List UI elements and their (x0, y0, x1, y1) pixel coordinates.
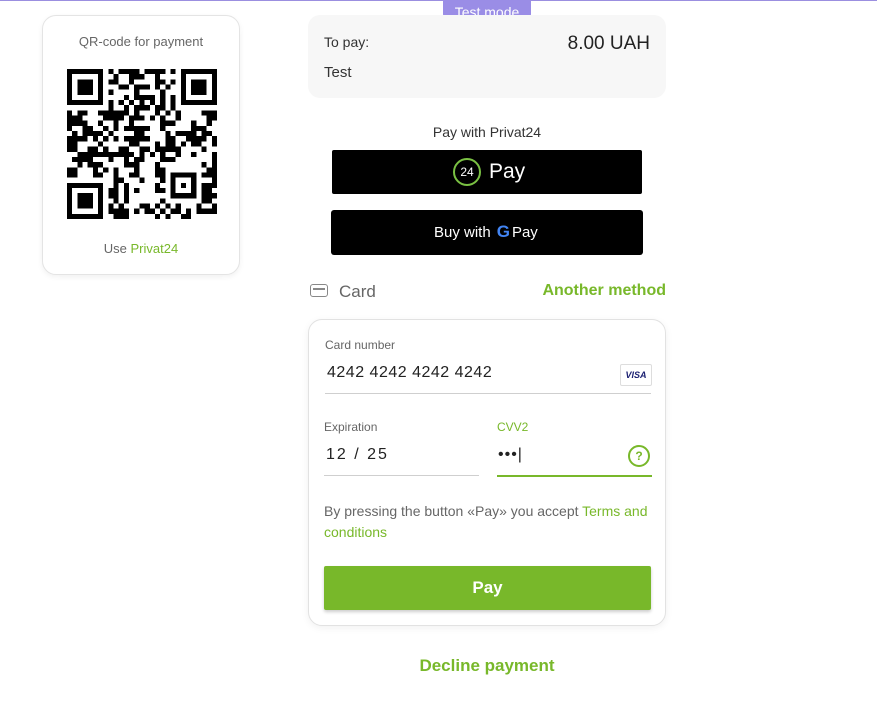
card-section-label: Card (339, 282, 376, 301)
help-icon[interactable]: ? (628, 445, 650, 467)
privat24-pay-label: Pay (489, 160, 526, 183)
privat24-logo-icon: 24 (453, 158, 481, 186)
decline-payment-link[interactable]: Decline payment (308, 656, 666, 676)
qr-code (67, 69, 217, 219)
expiration-label: Expiration (324, 420, 378, 434)
qr-use-prefix: Use (103, 241, 127, 256)
cvv-underline (497, 475, 652, 477)
google-pay-button[interactable]: Buy with G Pay (331, 210, 643, 255)
top-border (0, 0, 877, 1)
terms-prefix: By pressing the button «Pay» you accept (324, 503, 583, 519)
payment-description: Test (324, 64, 352, 81)
pay-button[interactable]: Pay (324, 566, 651, 610)
payment-summary: To pay: 8.00 UAH Test (308, 15, 666, 98)
privat24-pay-button[interactable]: 24 Pay (332, 150, 642, 194)
cvv-input[interactable]: •••| (498, 446, 523, 464)
qr-title: QR-code for payment (78, 34, 204, 49)
google-g-icon: G (496, 222, 510, 241)
gpay-prefix: Buy with (434, 223, 491, 241)
another-method-link[interactable]: Another method (542, 282, 666, 300)
card-number-underline (325, 393, 651, 394)
privat24-title: Pay with Privat24 (432, 124, 542, 140)
card-section-header: Card Another method (308, 280, 666, 304)
terms-text: By pressing the button «Pay» you accept … (324, 501, 649, 543)
credit-card-icon (310, 284, 328, 297)
card-number-label: Card number (325, 338, 396, 352)
cvv-label: CVV2 (497, 420, 529, 434)
privat24-link[interactable]: Privat24 (131, 241, 179, 256)
expiration-underline (324, 475, 479, 476)
card-form: Card number 4242 4242 4242 4242 VISA Exp… (308, 319, 666, 626)
expiration-input[interactable]: 12 / 25 (326, 446, 389, 464)
card-number-input[interactable]: 4242 4242 4242 4242 (327, 364, 492, 382)
amount: 8.00 UAH (567, 33, 650, 54)
visa-icon: VISA (620, 364, 652, 386)
qr-use-text: Use Privat24 (43, 241, 239, 256)
to-pay-label: To pay: (324, 34, 370, 50)
gpay-label: Pay (511, 223, 538, 241)
qr-card: QR-code for payment Use Privat24 (42, 15, 240, 275)
